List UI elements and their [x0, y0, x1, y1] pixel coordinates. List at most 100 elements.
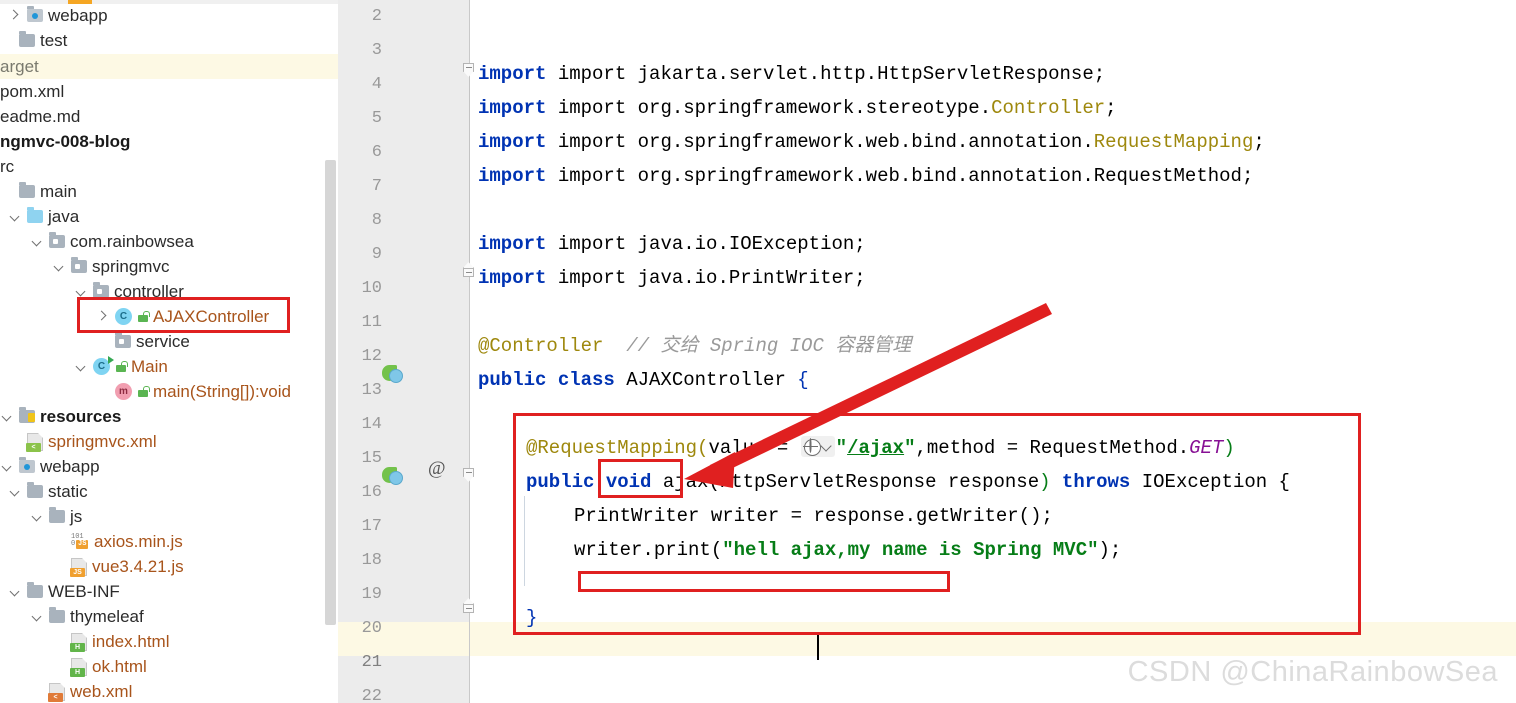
minified-js-file-icon: 101 0 JS — [71, 533, 89, 550]
chevron-down-icon[interactable] — [74, 285, 87, 298]
throws-keyword: throws — [1050, 471, 1142, 493]
print-call: writer.print( — [574, 539, 723, 561]
code-line-6[interactable]: import import org.springframework.web.bi… — [478, 125, 1265, 159]
chevron-right-icon[interactable] — [96, 310, 109, 323]
tree-item-springmvc[interactable]: springmvc — [0, 254, 338, 279]
sidebar-vertical-scrollbar[interactable] — [325, 160, 336, 625]
fold-region-line — [469, 478, 470, 610]
annotation-gutter-icon[interactable]: @ — [428, 458, 446, 480]
tree-item-js[interactable]: js — [0, 504, 338, 529]
chevron-down-icon[interactable] — [30, 610, 43, 623]
tree-item-controller[interactable]: controller — [0, 279, 338, 304]
tree-item-main[interactable]: C Main — [0, 354, 338, 379]
close-brace: } — [526, 607, 538, 629]
tree-item-label: web.xml — [70, 682, 133, 701]
spring-xml-file-icon: < — [26, 432, 43, 452]
tree-item-arget[interactable]: arget — [0, 54, 338, 79]
fold-marker-icon[interactable] — [463, 268, 476, 283]
tree-item-pom-xml[interactable]: pom.xml — [0, 79, 338, 104]
fold-region-line — [469, 72, 470, 282]
code-line-7[interactable]: import import org.springframework.web.bi… — [478, 159, 1253, 193]
tree-item-label: webapp — [40, 457, 100, 476]
spring-bean-icon[interactable] — [382, 467, 403, 485]
chevron-right-icon[interactable] — [8, 9, 21, 22]
exception-type: IOException { — [1141, 471, 1290, 493]
tree-item-static[interactable]: static — [0, 479, 338, 504]
spring-bean-icon[interactable] — [382, 365, 403, 383]
fold-marker-icon[interactable] — [463, 604, 476, 619]
line-number: 15 — [361, 449, 382, 468]
line-number: 16 — [361, 483, 382, 502]
chevron-down-icon[interactable] — [8, 585, 21, 598]
package-icon — [93, 282, 109, 298]
code-line-5[interactable]: import import org.springframework.stereo… — [478, 91, 1117, 125]
chevron-down-icon[interactable] — [74, 360, 87, 373]
chevron-down-icon[interactable] — [30, 235, 43, 248]
tree-item-label: vue3.4.21.js — [92, 557, 184, 576]
tree-item-label: rc — [0, 157, 15, 176]
project-tree-panel[interactable]: webapp test arget pom.xml eadme.md ngmvc-008-… — [0, 0, 338, 703]
tree-item-label: axios.min.js — [94, 532, 183, 551]
fold-marker-icon[interactable] — [463, 468, 476, 483]
fold-marker-icon[interactable] — [463, 63, 476, 78]
tree-item-com-rainbowsea[interactable]: com.rainbowsea — [0, 229, 338, 254]
line-number: 10 — [361, 279, 382, 298]
line-number: 8 — [371, 211, 382, 230]
line-number: 12 — [361, 347, 382, 366]
code-line-17[interactable]: PrintWriter writer = response.getWriter(… — [574, 499, 1053, 533]
code-line-4[interactable]: import import jakarta.servlet.http.HttpS… — [478, 57, 1105, 91]
tree-item-label: main(String[]):void — [153, 382, 291, 401]
tree-item-ajaxcontroller[interactable]: C AJAXController — [0, 304, 338, 329]
line-number: 22 — [361, 687, 382, 703]
code-text: ; — [1105, 97, 1117, 119]
code-line-13[interactable]: public class AJAXController { — [478, 363, 809, 397]
tree-item-ngmvc-008-blog[interactable]: ngmvc-008-blog — [0, 129, 338, 154]
tree-item-main-string-void[interactable]: m main(String[]):void — [0, 379, 338, 404]
code-line-10[interactable]: import import java.io.PrintWriter; — [478, 261, 866, 295]
tree-item-resources[interactable]: resources — [0, 404, 338, 429]
chevron-down-icon[interactable] — [8, 485, 21, 498]
tree-item-vue3-4-21-js[interactable]: JS vue3.4.21.js — [0, 554, 338, 579]
code-comment: // 交给 Spring IOC 容器管理 — [626, 335, 912, 357]
tree-item-rc[interactable]: rc — [0, 154, 338, 179]
tree-item-web-xml[interactable]: < web.xml — [0, 679, 338, 703]
chevron-down-icon[interactable] — [0, 460, 13, 473]
mapping-url[interactable]: /ajax — [847, 437, 904, 459]
tree-item-test[interactable]: test — [0, 28, 338, 53]
tree-item-main[interactable]: main — [0, 179, 338, 204]
tree-item-index-html[interactable]: Hindex.html — [0, 629, 338, 654]
tree-item-eadme-md[interactable]: eadme.md — [0, 104, 338, 129]
tree-item-springmvc-xml[interactable]: < springmvc.xml — [0, 429, 338, 454]
chevron-down-icon[interactable] — [52, 260, 65, 273]
ide-screenshot: webapp test arget pom.xml eadme.md ngmvc-008-… — [0, 0, 1516, 703]
tree-item-java[interactable]: java — [0, 204, 338, 229]
line-number: 4 — [371, 75, 382, 94]
resources-folder-icon — [19, 407, 35, 423]
tree-item-label: springmvc.xml — [48, 432, 157, 451]
code-editor[interactable]: 2 3 4 5 6 7 8 9 10 11 12 13 14 15 16 17 18 19 20 21 22 @ — [338, 0, 1516, 703]
tree-item-ok-html[interactable]: Hok.html — [0, 654, 338, 679]
editor-gutter[interactable]: 2 3 4 5 6 7 8 9 10 11 12 13 14 15 16 17 18 19 20 21 22 @ — [338, 0, 470, 703]
chevron-down-icon[interactable] — [30, 510, 43, 523]
web-reference-globe-icon[interactable] — [800, 436, 835, 457]
code-line-15[interactable]: @RequestMapping(value = "/ajax",method =… — [526, 431, 1235, 465]
line-number: 19 — [361, 585, 382, 604]
tree-item-label: eadme.md — [0, 107, 81, 126]
line-number: 20 — [361, 619, 382, 638]
code-line-12[interactable]: @Controller // 交给 Spring IOC 容器管理 — [478, 329, 911, 363]
code-line-18[interactable]: writer.print("hell ajax,my name is Sprin… — [574, 533, 1121, 567]
chevron-down-icon[interactable] — [0, 410, 13, 423]
tree-item-webapp[interactable]: webapp — [0, 454, 338, 479]
web-folder-icon — [27, 6, 43, 22]
code-line-9[interactable]: import import java.io.IOException; — [478, 227, 866, 261]
import-keyword: import — [478, 233, 547, 255]
code-line-16[interactable]: public void ajax(HttpServletResponse res… — [526, 465, 1290, 499]
tree-item-service[interactable]: service — [0, 329, 338, 354]
tree-item-webapp[interactable]: webapp — [0, 3, 338, 28]
tree-item-axios-min-js[interactable]: 101 0 JS axios.min.js — [0, 529, 338, 554]
tree-item-label: springmvc — [92, 257, 170, 276]
tree-item-thymeleaf[interactable]: thymeleaf — [0, 604, 338, 629]
code-line-20[interactable]: } — [526, 601, 537, 635]
chevron-down-icon[interactable] — [8, 210, 21, 223]
tree-item-web-inf[interactable]: WEB-INF — [0, 579, 338, 604]
